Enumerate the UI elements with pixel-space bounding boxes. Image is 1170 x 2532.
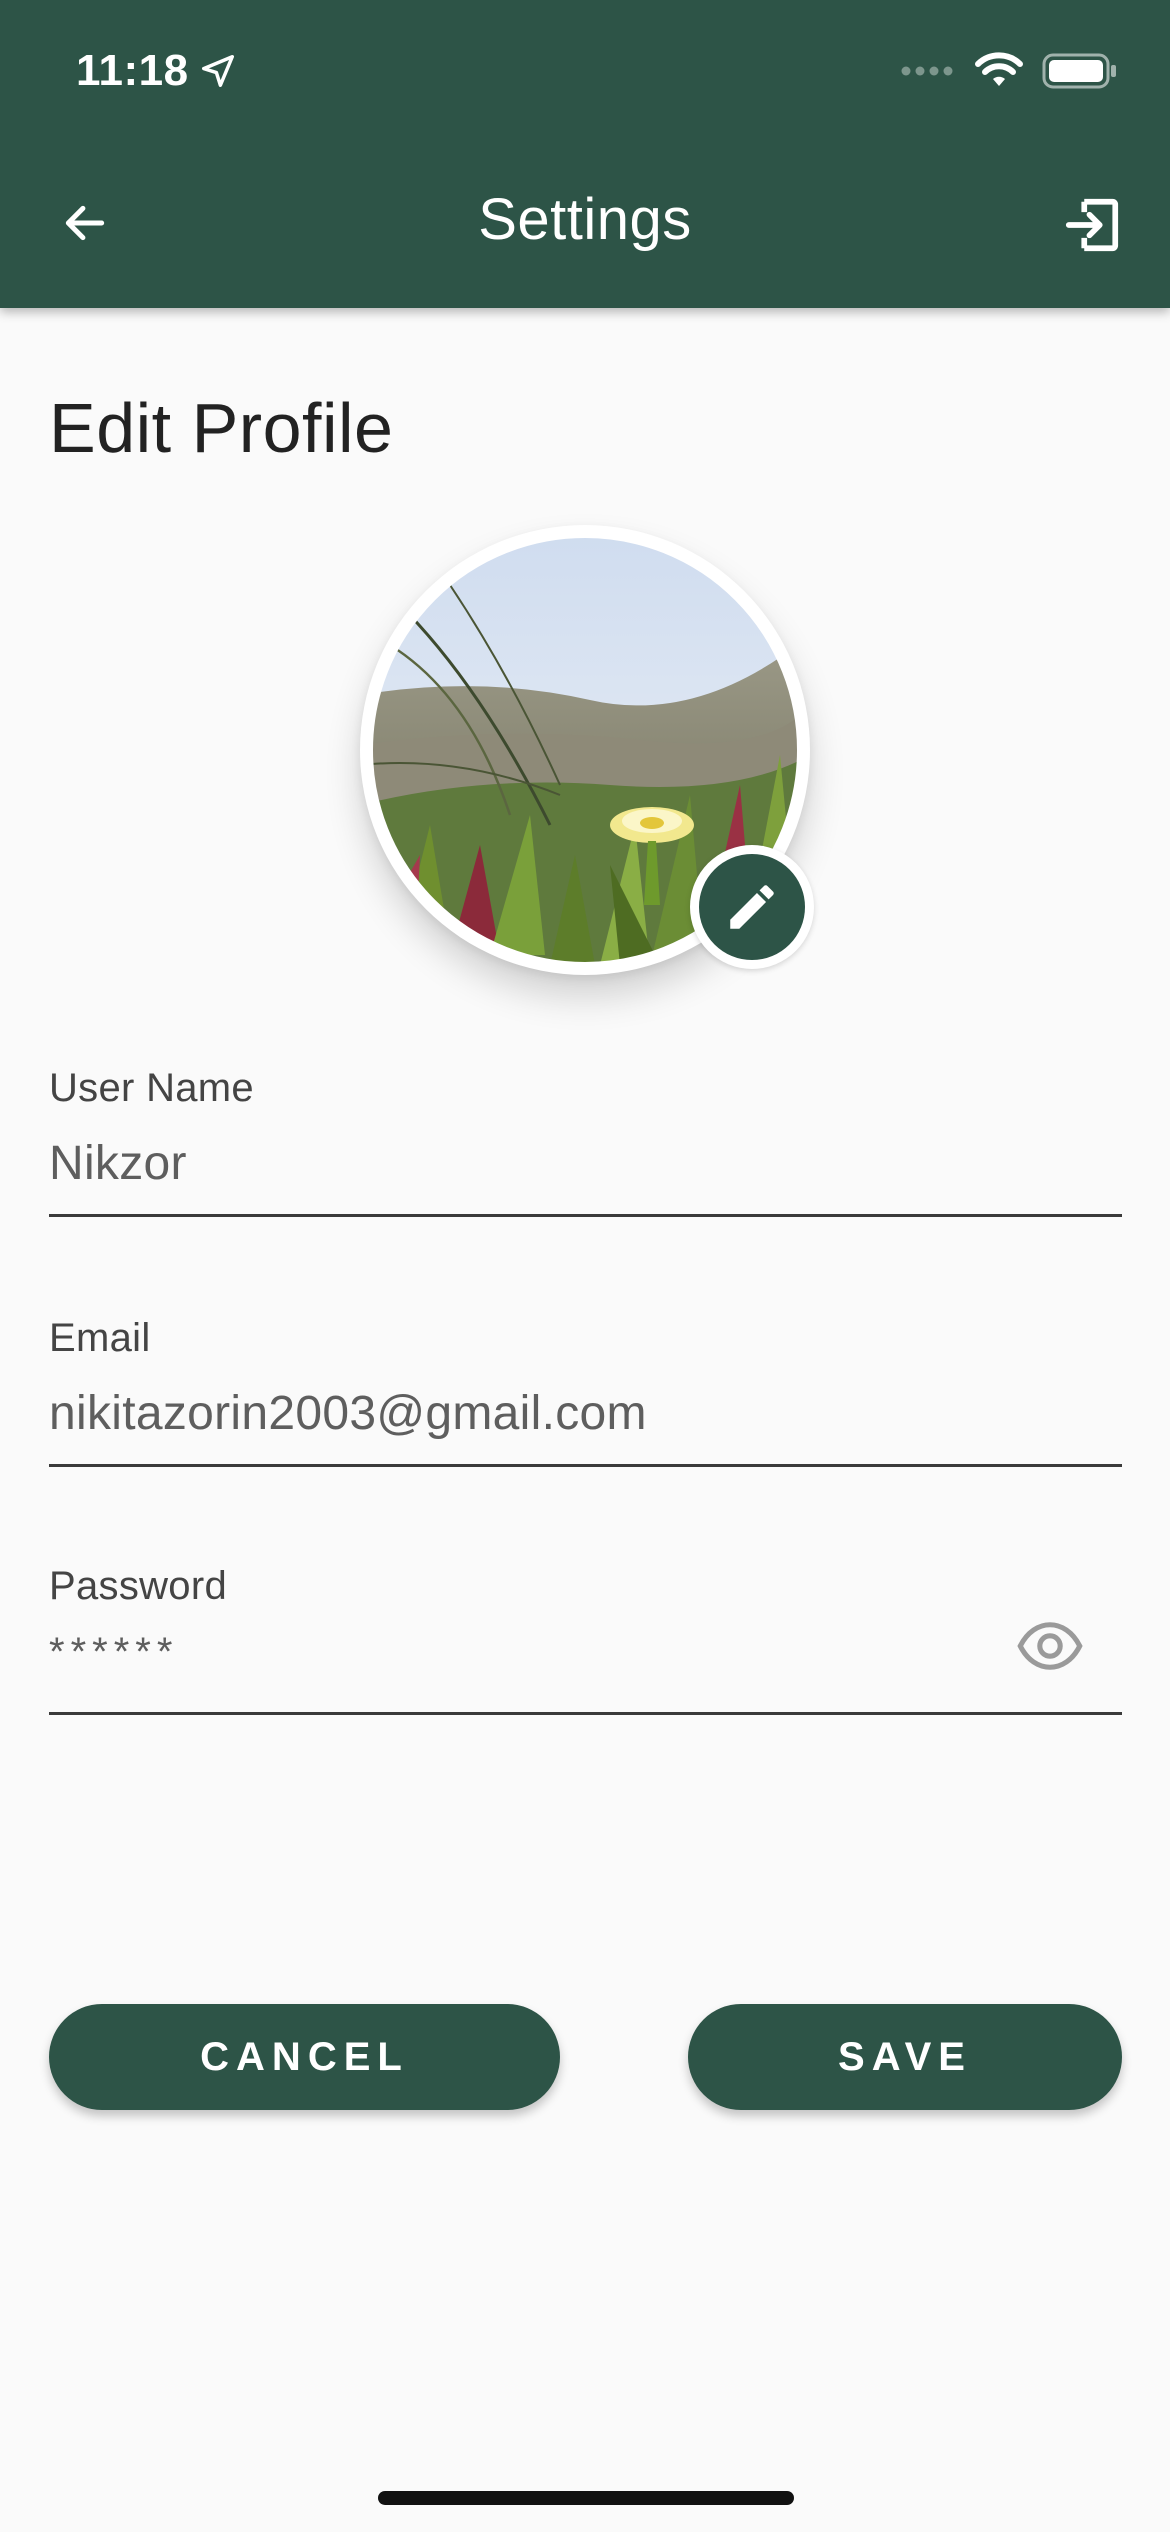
username-input[interactable] (49, 1136, 1122, 1191)
username-label: User Name (49, 1066, 254, 1110)
username-field: User Name (49, 1066, 1122, 1220)
page-title: Settings (478, 187, 692, 252)
edit-avatar-button-circle (699, 854, 805, 960)
logout-button[interactable] (1052, 188, 1132, 262)
edit-profile-heading: Edit Profile (49, 389, 394, 467)
save-button[interactable]: SAVE (688, 2004, 1122, 2110)
pencil-icon (730, 885, 774, 929)
wifi-icon (975, 52, 1023, 86)
signal-dots-icon (901, 66, 953, 76)
toggle-password-visibility-button[interactable] (1014, 1616, 1086, 1676)
eye-icon (1017, 1622, 1083, 1670)
password-field: Password ****** (49, 1564, 1122, 1718)
password-label: Password (49, 1564, 228, 1608)
email-input[interactable] (49, 1386, 1122, 1441)
battery-icon (1042, 53, 1116, 89)
password-input[interactable]: ****** (49, 1630, 178, 1675)
cancel-button[interactable]: CANCEL (49, 2004, 560, 2110)
status-bar-time: 11:18 (76, 46, 237, 96)
edit-avatar-button[interactable] (690, 845, 814, 969)
username-underline (49, 1214, 1122, 1217)
home-indicator[interactable] (378, 2491, 794, 2505)
email-underline (49, 1464, 1122, 1467)
logout-icon (1065, 198, 1119, 252)
status-bar-icons (900, 52, 1118, 90)
password-underline (49, 1712, 1122, 1715)
app-bar: 11:18 Settings (0, 0, 1170, 308)
avatar-container (360, 525, 814, 975)
email-label: Email (49, 1316, 151, 1360)
status-time-label: 11:18 (76, 46, 189, 95)
location-arrow-icon (201, 55, 234, 87)
settings-screen: 11:18 Settings Edit Profile User Name Ni… (0, 0, 1170, 2532)
email-field: Email (49, 1316, 1122, 1470)
